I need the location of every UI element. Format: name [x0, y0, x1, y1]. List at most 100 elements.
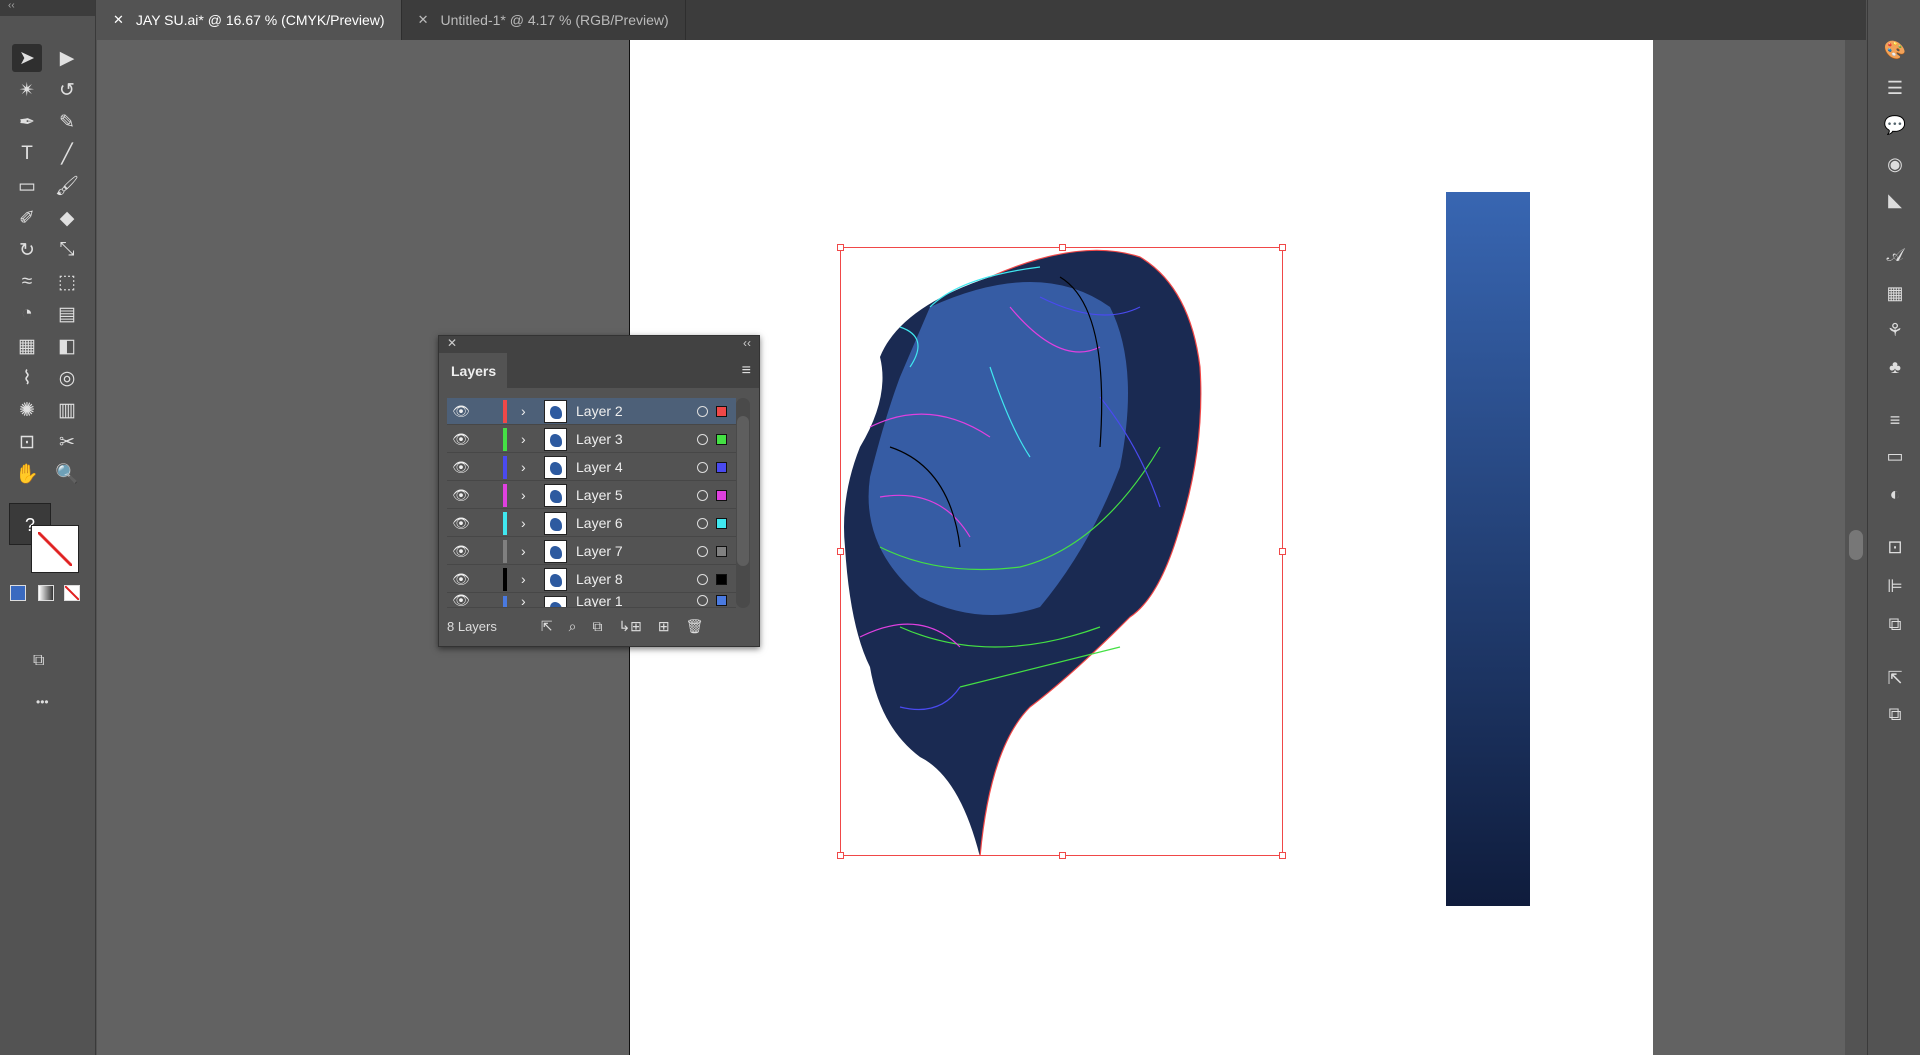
- resize-handle[interactable]: [837, 244, 844, 251]
- shape-builder-tool-icon[interactable]: ◔: [12, 300, 42, 328]
- close-tab-icon[interactable]: ✕: [113, 12, 124, 28]
- target-circle-icon[interactable]: [697, 595, 708, 606]
- rectangle-tool-icon[interactable]: ▭: [12, 172, 42, 200]
- color-icon[interactable]: 🎨: [1880, 36, 1910, 64]
- locate-object-icon[interactable]: ⌕: [569, 618, 577, 635]
- symbols-icon[interactable]: ♣: [1880, 353, 1910, 381]
- export-icon[interactable]: ⇱: [1880, 664, 1910, 692]
- transparency-icon[interactable]: ◐: [1880, 480, 1910, 508]
- expand-chevron-icon[interactable]: ›: [521, 431, 526, 447]
- layer-name[interactable]: Layer 1: [576, 594, 623, 607]
- target-circle-icon[interactable]: [697, 461, 708, 473]
- resize-handle[interactable]: [837, 852, 844, 859]
- layer-name[interactable]: Layer 7: [576, 543, 623, 559]
- pen-tool-icon[interactable]: ✒: [12, 108, 42, 136]
- tab-layers[interactable]: Layers: [439, 353, 507, 388]
- panel-menu-icon[interactable]: ≡: [742, 362, 751, 380]
- artboards-icon[interactable]: ⧉: [1880, 700, 1910, 728]
- curvature-tool-icon[interactable]: ✎: [52, 108, 82, 136]
- collapse-panel-icon[interactable]: ‹‹: [743, 336, 751, 353]
- color-guide-icon[interactable]: ◣: [1880, 186, 1910, 214]
- stroke-swatch[interactable]: [31, 525, 79, 573]
- selection-indicator[interactable]: [716, 489, 727, 501]
- target-circle-icon[interactable]: [697, 517, 708, 529]
- width-tool-icon[interactable]: ≈: [12, 268, 42, 296]
- expand-chevron-icon[interactable]: ›: [521, 543, 526, 559]
- shaper-tool-icon[interactable]: ✐: [12, 204, 42, 232]
- layer-name[interactable]: Layer 3: [576, 431, 623, 447]
- selection-indicator[interactable]: [716, 405, 727, 417]
- layer-row[interactable]: 👁 › Layer 3: [447, 426, 736, 453]
- selection-bounding-box[interactable]: [837, 244, 1286, 859]
- layer-row[interactable]: 👁 › Layer 7: [447, 538, 736, 565]
- gradient-mode-button[interactable]: [38, 585, 54, 601]
- expand-chevron-icon[interactable]: ›: [521, 403, 526, 419]
- artboard-tool-icon[interactable]: ⊡: [12, 428, 42, 456]
- blend-tool-icon[interactable]: ◎: [52, 364, 82, 392]
- selection-indicator[interactable]: [716, 545, 727, 557]
- resize-handle[interactable]: [1279, 852, 1286, 859]
- selection-tool-icon[interactable]: ➤: [12, 44, 42, 72]
- character-icon[interactable]: 𝒜: [1880, 241, 1910, 269]
- eyedropper-tool-icon[interactable]: ⌇: [12, 364, 42, 392]
- layer-row[interactable]: 👁 › Layer 4: [447, 454, 736, 481]
- tab-document[interactable]: ✕ Untitled-1* @ 4.17 % (RGB/Preview): [402, 0, 686, 40]
- mesh-tool-icon[interactable]: ▦: [12, 332, 42, 360]
- vertical-scrollbar[interactable]: [1845, 40, 1867, 1055]
- line-tool-icon[interactable]: ╱: [52, 140, 82, 168]
- more-tools-button[interactable]: •••: [36, 695, 49, 709]
- resize-handle[interactable]: [837, 548, 844, 555]
- layer-row[interactable]: 👁 › Layer 1: [447, 594, 736, 608]
- layer-row[interactable]: 👁 › Layer 6: [447, 510, 736, 537]
- column-graph-tool-icon[interactable]: ▥: [52, 396, 82, 424]
- target-circle-icon[interactable]: [697, 405, 708, 417]
- visibility-eye-icon[interactable]: 👁: [447, 459, 475, 476]
- pathfinder-icon[interactable]: ⧉: [1880, 610, 1910, 638]
- target-circle-icon[interactable]: [697, 433, 708, 445]
- selection-indicator[interactable]: [716, 461, 727, 473]
- resize-handle[interactable]: [1279, 548, 1286, 555]
- expand-chevron-icon[interactable]: ›: [521, 594, 526, 607]
- layer-name[interactable]: Layer 4: [576, 459, 623, 475]
- scale-tool-icon[interactable]: ⤡: [52, 236, 82, 264]
- resize-handle[interactable]: [1059, 852, 1066, 859]
- layer-name[interactable]: Layer 6: [576, 515, 623, 531]
- rotate-tool-icon[interactable]: ↻: [12, 236, 42, 264]
- paintbrush-tool-icon[interactable]: 🖌: [52, 172, 82, 200]
- visibility-eye-icon[interactable]: 👁: [447, 543, 475, 560]
- target-circle-icon[interactable]: [697, 573, 708, 585]
- properties-icon[interactable]: ☰: [1880, 74, 1910, 102]
- comments-icon[interactable]: 💬: [1880, 111, 1910, 139]
- visibility-eye-icon[interactable]: 👁: [447, 571, 475, 588]
- target-circle-icon[interactable]: [697, 489, 708, 501]
- layer-name[interactable]: Layer 2: [576, 403, 623, 419]
- expand-chevron-icon[interactable]: ›: [521, 487, 526, 503]
- visibility-eye-icon[interactable]: 👁: [447, 403, 475, 420]
- collapse-toolbar-button[interactable]: ‹‹: [0, 0, 95, 16]
- align-icon[interactable]: ⊫: [1880, 572, 1910, 600]
- swatches-icon[interactable]: ▦: [1880, 279, 1910, 307]
- gradient-tool-icon[interactable]: ◧: [52, 332, 82, 360]
- stroke-icon[interactable]: ≡: [1880, 406, 1910, 434]
- color-mode-button[interactable]: [10, 585, 26, 601]
- selection-indicator[interactable]: [716, 517, 727, 529]
- transform-icon[interactable]: ⊡: [1880, 533, 1910, 561]
- lasso-tool-icon[interactable]: ↺: [52, 76, 82, 104]
- visibility-eye-icon[interactable]: 👁: [447, 487, 475, 504]
- resize-handle[interactable]: [1279, 244, 1286, 251]
- export-icon[interactable]: ⇱: [541, 618, 553, 635]
- selection-indicator[interactable]: [716, 595, 727, 606]
- direct-selection-tool-icon[interactable]: ▶: [52, 44, 82, 72]
- perspective-grid-tool-icon[interactable]: ▤: [52, 300, 82, 328]
- close-tab-icon[interactable]: ✕: [418, 12, 429, 28]
- appearance-icon[interactable]: ◉: [1880, 150, 1910, 178]
- visibility-eye-icon[interactable]: 👁: [447, 515, 475, 532]
- selection-indicator[interactable]: [716, 573, 727, 585]
- brushes-icon[interactable]: ⚘: [1880, 316, 1910, 344]
- tab-document[interactable]: ✕ JAY SU.ai* @ 16.67 % (CMYK/Preview): [97, 0, 402, 40]
- free-transform-tool-icon[interactable]: ⬚: [52, 268, 82, 296]
- layer-row[interactable]: 👁 › Layer 2: [447, 398, 736, 425]
- selection-indicator[interactable]: [716, 433, 727, 445]
- target-circle-icon[interactable]: [697, 545, 708, 557]
- expand-chevron-icon[interactable]: ›: [521, 459, 526, 475]
